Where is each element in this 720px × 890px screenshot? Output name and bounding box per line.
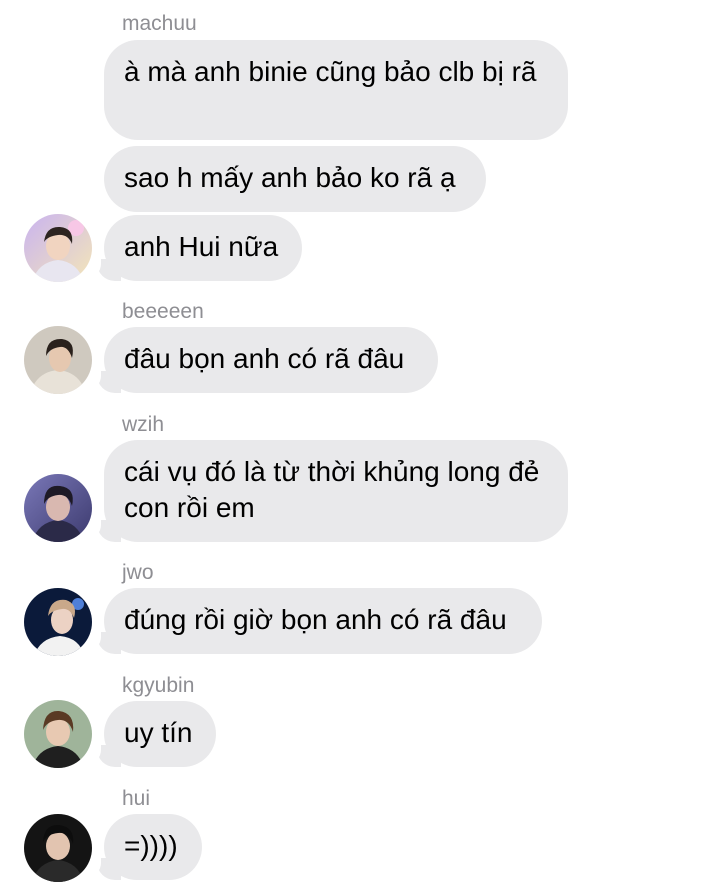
sender-name: wzih	[122, 413, 165, 436]
message-bubble[interactable]: đâu bọn anh có rã đâu	[95, 327, 438, 393]
avatar[interactable]	[24, 326, 92, 394]
bubble-tail	[95, 858, 121, 880]
sender-name: machuu	[122, 12, 197, 35]
avatar[interactable]	[24, 214, 92, 282]
bubble-tail	[95, 520, 121, 542]
avatar[interactable]	[24, 814, 92, 882]
bubble-tail	[95, 371, 121, 393]
avatar[interactable]	[24, 474, 92, 542]
message-text: uy tín	[124, 717, 193, 748]
message-bubble[interactable]: đúng rồi giờ bọn anh có rã đâu	[95, 588, 542, 654]
sender-name: jwo	[122, 561, 154, 584]
avatar[interactable]	[24, 588, 92, 656]
sender-name: hui	[122, 787, 151, 810]
message-bubble[interactable]: uy tín	[95, 701, 216, 767]
message-bubble[interactable]: cái vụ đó là từ thời khủng long đẻ con r…	[95, 440, 568, 542]
avatar-photo-icon	[24, 214, 92, 282]
message-text: sao h mấy anh bảo ko rã ạ	[124, 162, 456, 193]
bubble-tail	[95, 745, 121, 767]
avatar-photo-icon	[24, 700, 92, 768]
message-text: cái vụ đó là từ thời khủng long đẻ con r…	[124, 456, 540, 523]
sender-name: beeeeen	[122, 300, 204, 323]
message-text: =))))	[124, 830, 178, 861]
avatar[interactable]	[24, 700, 92, 768]
message-bubble[interactable]: anh Hui nữa	[95, 215, 302, 281]
message-bubble[interactable]: sao h mấy anh bảo ko rã ạ	[104, 146, 486, 212]
avatar-photo-icon	[24, 814, 92, 882]
message-text: đúng rồi giờ bọn anh có rã đâu	[124, 604, 507, 635]
bubble-tail	[95, 632, 121, 654]
message-text: anh Hui nữa	[124, 231, 279, 262]
bubble-tail	[95, 259, 121, 281]
avatar-photo-icon	[24, 474, 92, 542]
message-text: đâu bọn anh có rã đâu	[124, 343, 405, 374]
message-bubble[interactable]: =))))	[95, 814, 202, 880]
sender-name: kgyubin	[122, 674, 195, 697]
avatar-photo-icon	[24, 588, 92, 656]
message-text: à mà anh binie cũng bảo clb bị rã	[124, 56, 537, 87]
message-bubble[interactable]: à mà anh binie cũng bảo clb bị rã	[104, 40, 568, 140]
avatar-photo-icon	[24, 326, 92, 394]
